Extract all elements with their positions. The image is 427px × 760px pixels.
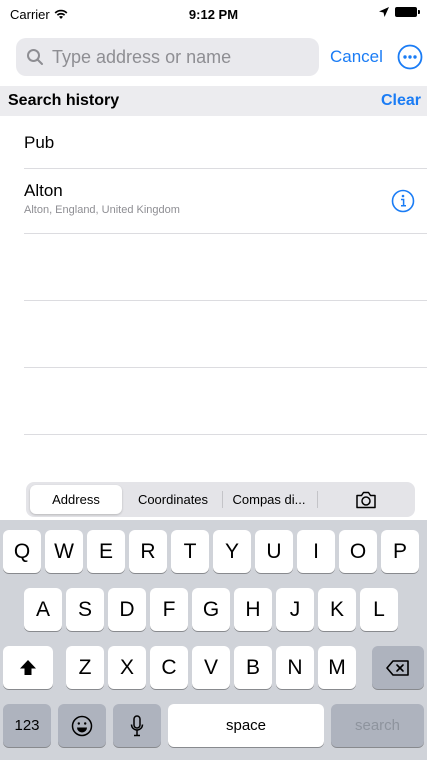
microphone-icon	[130, 714, 144, 736]
list-item-alton[interactable]: Alton Alton, England, United Kingdom	[24, 169, 427, 234]
key-e[interactable]: E	[87, 530, 125, 573]
key-o[interactable]: O	[339, 530, 377, 573]
key-b[interactable]: B	[234, 646, 272, 689]
key-p[interactable]: P	[381, 530, 419, 573]
search-icon	[27, 49, 43, 65]
key-z[interactable]: Z	[66, 646, 104, 689]
cancel-button[interactable]: Cancel	[330, 47, 383, 67]
empty-row	[24, 368, 427, 435]
numbers-key[interactable]: 123	[3, 704, 51, 747]
key-j[interactable]: J	[276, 588, 314, 631]
empty-row	[24, 234, 427, 301]
dictation-key[interactable]	[113, 704, 161, 747]
camera-icon	[356, 491, 376, 508]
battery-icon	[395, 7, 420, 17]
key-d[interactable]: D	[108, 588, 146, 631]
search-mode-segmented-control: Address Coordinates Compas di...	[26, 482, 415, 517]
delete-key[interactable]	[372, 646, 424, 689]
status-bar: Carrier 9:12 PM	[0, 0, 427, 30]
search-row: Cancel	[0, 38, 427, 78]
key-i[interactable]: I	[297, 530, 335, 573]
search-box[interactable]	[16, 38, 319, 76]
segment-divider	[317, 491, 318, 508]
key-g[interactable]: G	[192, 588, 230, 631]
search-history-header: Search history Clear	[0, 86, 427, 116]
segment-camera[interactable]	[319, 485, 413, 514]
key-u[interactable]: U	[255, 530, 293, 573]
key-r[interactable]: R	[129, 530, 167, 573]
key-q[interactable]: Q	[3, 530, 41, 573]
key-t[interactable]: T	[171, 530, 209, 573]
key-l[interactable]: L	[360, 588, 398, 631]
key-n[interactable]: N	[276, 646, 314, 689]
shift-key[interactable]	[3, 646, 53, 689]
status-right	[379, 7, 420, 17]
list-item-title: Alton	[24, 181, 63, 200]
keyboard: Q W E R T Y U I O P A S D F G H J K L Z …	[0, 520, 427, 760]
info-icon[interactable]	[391, 189, 415, 213]
key-a[interactable]: A	[24, 588, 62, 631]
list-item-subtitle: Alton, England, United Kingdom	[24, 204, 180, 216]
emoji-key[interactable]	[58, 704, 106, 747]
key-x[interactable]: X	[108, 646, 146, 689]
key-f[interactable]: F	[150, 588, 188, 631]
more-options-icon[interactable]	[397, 44, 423, 70]
location-arrow-icon	[379, 7, 389, 17]
key-m[interactable]: M	[318, 646, 356, 689]
list-item-pub[interactable]: Pub	[24, 116, 427, 169]
section-title: Search history	[8, 92, 120, 109]
key-s[interactable]: S	[66, 588, 104, 631]
key-k[interactable]: K	[318, 588, 356, 631]
carrier-label: Carrier	[10, 7, 50, 22]
empty-row	[24, 301, 427, 368]
shift-icon	[20, 659, 36, 675]
key-h[interactable]: H	[234, 588, 272, 631]
search-input[interactable]	[50, 45, 314, 69]
list-item-title: Pub	[24, 133, 55, 152]
wifi-icon	[54, 9, 68, 19]
key-y[interactable]: Y	[213, 530, 251, 573]
backspace-icon	[386, 659, 409, 676]
clear-history-button[interactable]: Clear	[381, 92, 421, 110]
emoji-icon	[71, 715, 93, 736]
space-key[interactable]: space	[168, 704, 324, 747]
segment-compass-distance[interactable]: Compas di...	[223, 485, 315, 514]
segment-coordinates[interactable]: Coordinates	[125, 485, 221, 514]
history-list: Pub Alton Alton, England, United Kingdom	[0, 116, 427, 435]
search-key[interactable]: search	[331, 704, 424, 747]
segment-address[interactable]: Address	[30, 485, 122, 514]
key-c[interactable]: C	[150, 646, 188, 689]
key-v[interactable]: V	[192, 646, 230, 689]
key-w[interactable]: W	[45, 530, 83, 573]
carrier-info: Carrier	[10, 7, 68, 22]
